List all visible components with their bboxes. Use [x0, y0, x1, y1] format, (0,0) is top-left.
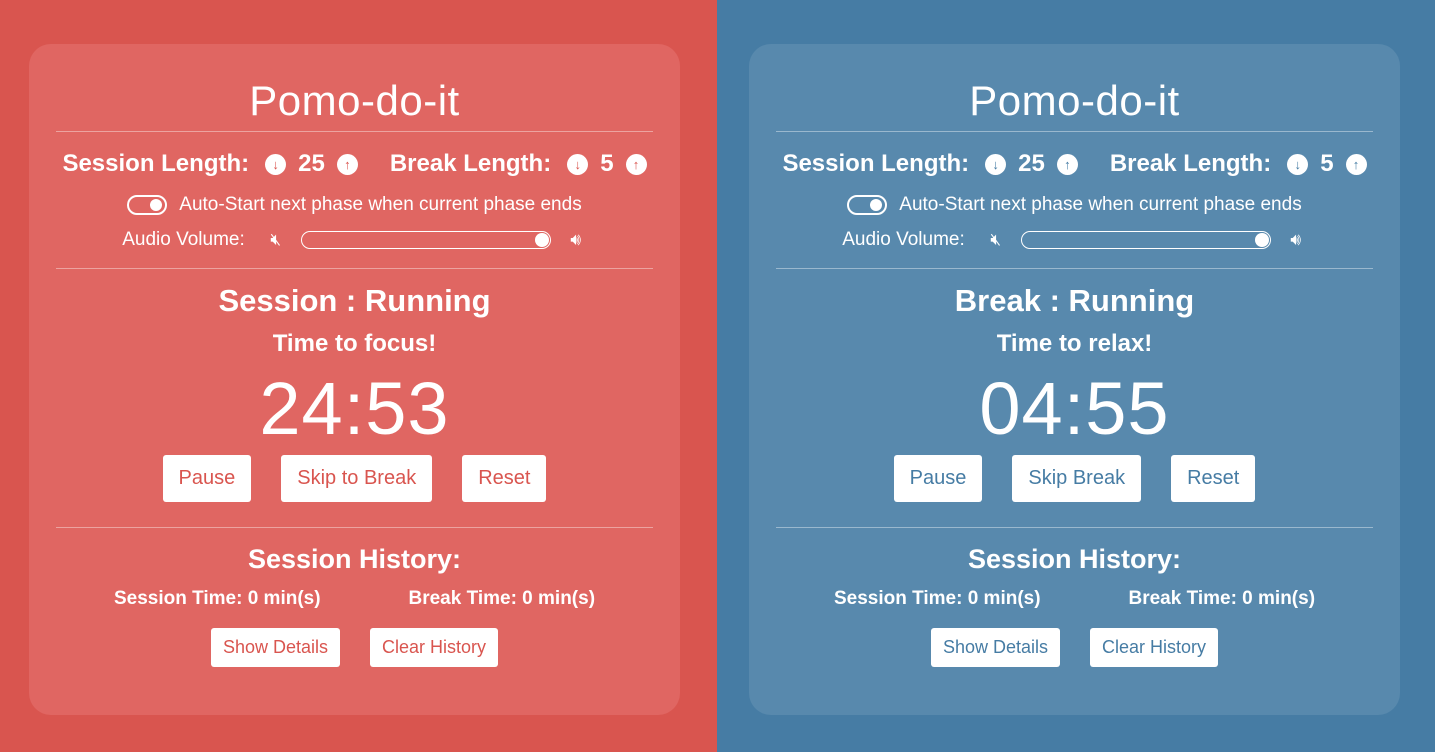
length-controls: Session Length: ↓ 25 ↑ Break Length: ↓ 5…	[56, 132, 653, 196]
volume-row: Audio Volume: 🔇︎ 🔊︎	[56, 212, 653, 268]
volume-slider[interactable]	[1020, 231, 1271, 249]
history-break-time: Break Time: 0 min(s)	[408, 588, 596, 609]
app-title: Pomo-do-it	[249, 77, 460, 124]
history-title: Session History:	[967, 544, 1182, 574]
timer-controls: Pause Skip Break Reset	[776, 455, 1373, 527]
session-decrement-button[interactable]: ↓	[985, 153, 1007, 175]
break-increment-button[interactable]: ↑	[1345, 153, 1367, 175]
volume-row: Audio Volume: 🔇︎ 🔊︎	[776, 212, 1373, 268]
autostart-row: Auto-Start next phase when current phase…	[56, 192, 653, 218]
session-length-control: Session Length: ↓ 25 ↑	[782, 150, 1078, 178]
phase-status: Break : Running	[954, 283, 1195, 318]
break-length-value: 5	[1320, 150, 1334, 177]
break-length-control: Break Length: ↓ 5 ↑	[1110, 150, 1367, 178]
volume-label: Audio Volume:	[122, 229, 245, 250]
break-decrement-button[interactable]: ↓	[1287, 153, 1309, 175]
arrow-down-icon: ↓	[992, 156, 999, 172]
break-decrement-button[interactable]: ↓	[567, 153, 589, 175]
countdown-timer: 04:55	[979, 367, 1170, 450]
countdown-timer: 24:53	[259, 367, 450, 450]
pomodoro-card: Pomo-do-it Session Length: ↓ 25 ↑ Break …	[29, 44, 680, 715]
toggle-knob	[870, 199, 883, 211]
pause-button[interactable]: Pause	[162, 455, 252, 502]
arrow-down-icon: ↓	[574, 156, 581, 172]
pause-button[interactable]: Pause	[893, 455, 983, 502]
arrow-up-icon: ↑	[1064, 156, 1071, 172]
phase-status: Session : Running	[218, 283, 491, 318]
show-details-button[interactable]: Show Details	[930, 628, 1060, 667]
arrow-down-icon: ↓	[1294, 156, 1301, 172]
history-actions: Show Details Clear History	[776, 628, 1373, 667]
length-controls: Session Length: ↓ 25 ↑ Break Length: ↓ 5…	[776, 132, 1373, 196]
timer-controls: Pause Skip to Break Reset	[56, 455, 653, 527]
volume-max-icon[interactable]: 🔊︎	[565, 230, 587, 250]
break-length-label: Break Length:	[389, 150, 552, 177]
session-panel: Pomo-do-it Session Length: ↓ 25 ↑ Break …	[0, 0, 717, 752]
session-length-label: Session Length:	[782, 150, 970, 177]
session-length-value: 25	[1018, 150, 1045, 177]
arrow-up-icon: ↑	[344, 156, 351, 172]
skip-button[interactable]: Skip Break	[1012, 455, 1142, 502]
mute-icon[interactable]: 🔇︎	[265, 230, 287, 250]
autostart-toggle[interactable]	[127, 195, 168, 215]
break-length-label: Break Length:	[1109, 150, 1272, 177]
phase-message: Time to relax!	[996, 330, 1153, 357]
mute-icon[interactable]: 🔇︎	[985, 230, 1007, 250]
session-length-control: Session Length: ↓ 25 ↑	[62, 150, 358, 178]
history-break-time: Break Time: 0 min(s)	[1128, 588, 1316, 609]
session-decrement-button[interactable]: ↓	[265, 153, 287, 175]
break-panel: Pomo-do-it Session Length: ↓ 25 ↑ Break …	[717, 0, 1435, 752]
autostart-label: Auto-Start next phase when current phase…	[899, 194, 1302, 215]
arrow-up-icon: ↑	[1352, 156, 1360, 172]
history-stats: Session Time: 0 min(s) Break Time: 0 min…	[776, 584, 1373, 614]
session-increment-button[interactable]: ↑	[336, 153, 358, 175]
volume-slider[interactable]	[300, 231, 551, 249]
history-stats: Session Time: 0 min(s) Break Time: 0 min…	[56, 584, 653, 614]
break-length-control: Break Length: ↓ 5 ↑	[390, 150, 647, 178]
arrow-up-icon: ↑	[632, 156, 640, 172]
app-title: Pomo-do-it	[969, 77, 1180, 124]
arrow-down-icon: ↓	[272, 156, 279, 172]
session-length-label: Session Length:	[62, 150, 250, 177]
break-length-value: 5	[600, 150, 614, 177]
clear-history-button[interactable]: Clear History	[1090, 628, 1219, 667]
autostart-toggle[interactable]	[847, 195, 888, 215]
volume-max-icon[interactable]: 🔊︎	[1285, 230, 1307, 250]
history-session-time: Session Time: 0 min(s)	[113, 588, 321, 609]
history-title: Session History:	[247, 544, 462, 574]
session-length-value: 25	[298, 150, 325, 177]
pomodoro-card: Pomo-do-it Session Length: ↓ 25 ↑ Break …	[749, 44, 1400, 715]
reset-button[interactable]: Reset	[1171, 455, 1256, 502]
volume-slider-thumb[interactable]	[534, 233, 549, 247]
history-session-time: Session Time: 0 min(s)	[833, 588, 1041, 609]
volume-label: Audio Volume:	[842, 229, 965, 250]
history-actions: Show Details Clear History	[56, 628, 653, 667]
reset-button[interactable]: Reset	[462, 455, 547, 502]
autostart-row: Auto-Start next phase when current phase…	[776, 192, 1373, 218]
clear-history-button[interactable]: Clear History	[370, 628, 499, 667]
volume-slider-thumb[interactable]	[1254, 233, 1269, 247]
autostart-label: Auto-Start next phase when current phase…	[179, 194, 582, 215]
session-increment-button[interactable]: ↑	[1056, 153, 1078, 175]
break-increment-button[interactable]: ↑	[625, 153, 647, 175]
toggle-knob	[150, 199, 163, 211]
phase-message: Time to focus!	[272, 330, 437, 357]
skip-button[interactable]: Skip to Break	[281, 455, 433, 502]
show-details-button[interactable]: Show Details	[210, 628, 340, 667]
